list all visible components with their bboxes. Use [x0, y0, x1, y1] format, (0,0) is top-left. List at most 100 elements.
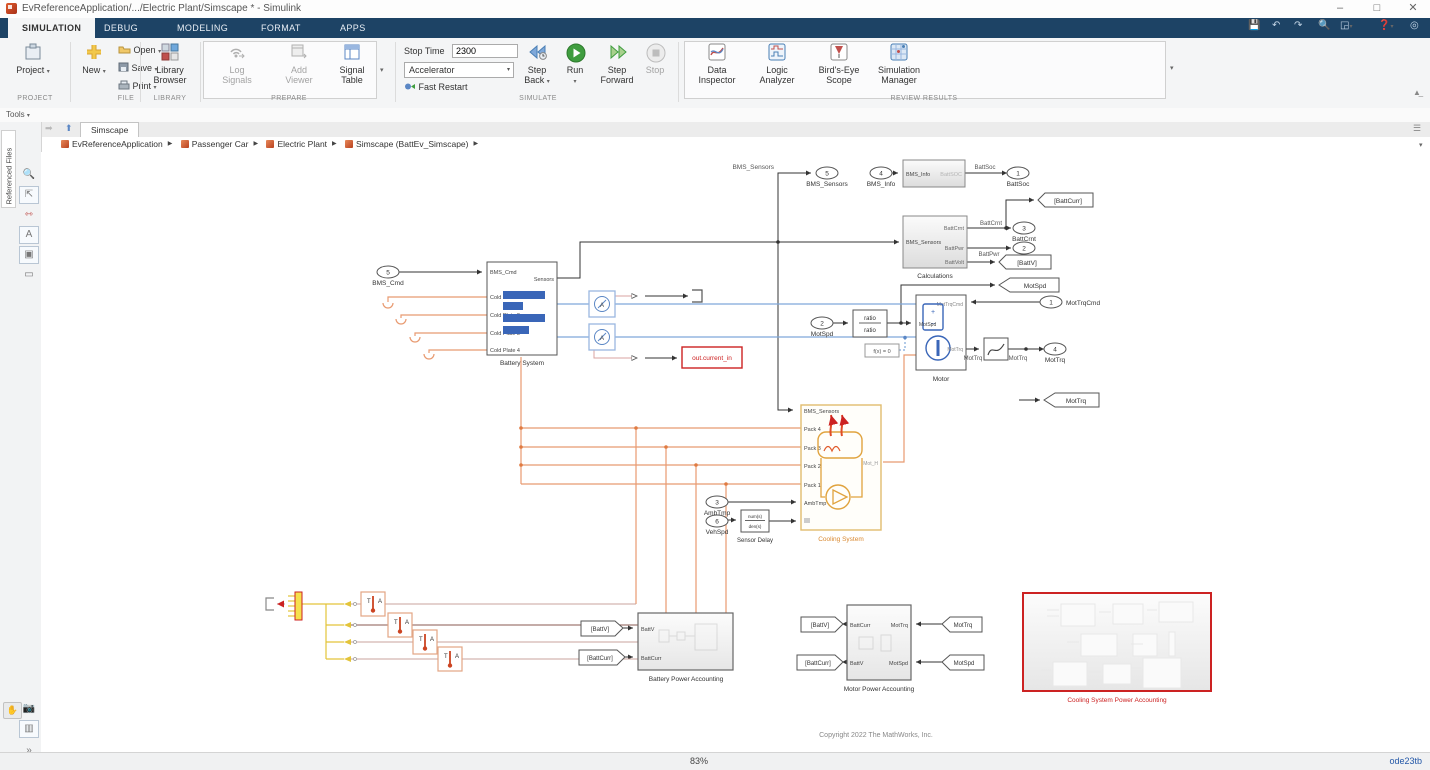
simulation-mode-select[interactable]: Accelerator▾	[404, 62, 514, 78]
breadcrumb-caret[interactable]: ▾	[1419, 141, 1423, 149]
bus-selector[interactable]	[295, 592, 302, 620]
terminator-block[interactable]	[692, 290, 702, 302]
zoom-in-icon[interactable]: 🔍	[19, 166, 39, 184]
minimize-button[interactable]: –	[1325, 1, 1355, 17]
tools-menu[interactable]: Tools ▾	[6, 110, 30, 119]
area-box-icon[interactable]: ▭	[19, 266, 39, 284]
logic-analyzer-button[interactable]: Logic Analyzer	[750, 42, 804, 85]
review-gallery-caret[interactable]: ▾	[1170, 64, 1174, 72]
library-browser-button[interactable]: Library Browser	[143, 42, 197, 85]
battery-power-accounting-block[interactable]: BattV BattCurr Battery Power Accounting	[638, 613, 733, 683]
breadcrumb-separator: ▶	[473, 137, 478, 152]
inport-bms-info[interactable]: 4 BMS_Info	[867, 167, 896, 188]
temp-sensor-block[interactable]: TA	[361, 592, 385, 616]
nav-forward-icon[interactable]: ➡	[45, 123, 53, 134]
goto-mottrq-tag[interactable]: MotTrq	[1044, 393, 1099, 407]
project-button[interactable]: Project ▾	[6, 42, 60, 77]
signal-table-button[interactable]: Signal Table	[330, 42, 374, 85]
outport-mottrq[interactable]: 4 MotTrq	[1044, 343, 1066, 364]
svg-text:BattSOC: BattSOC	[940, 172, 962, 178]
search-icon[interactable]: 🔍	[1318, 20, 1330, 31]
annotation-icon[interactable]: A	[19, 226, 39, 244]
step-forward-button[interactable]: Step Forward	[596, 42, 638, 85]
outport-battsoc[interactable]: 1 BattSoc	[1007, 167, 1031, 188]
tab-list-icon[interactable]: ☰	[1413, 123, 1421, 134]
fast-restart-toggle[interactable]: Fast Restart	[404, 82, 468, 92]
account-icon[interactable]: ◎	[1410, 20, 1419, 31]
solver-configuration-block[interactable]: f(x) = 0	[865, 344, 899, 357]
goto-motspd-tag[interactable]: MotSpd	[999, 278, 1059, 292]
outport-battcrnt[interactable]: 3 BattCrnt	[1012, 222, 1036, 243]
from-battv-tag2[interactable]: [BattV]	[801, 617, 843, 632]
fit-to-view-icon[interactable]: ⇱	[19, 186, 39, 204]
temp-sensor-block[interactable]: TA	[413, 630, 437, 654]
ratio-conversion-block[interactable]: ratio ratio	[853, 310, 887, 337]
stop-button[interactable]: Stop	[638, 42, 672, 75]
pan-hand-icon[interactable]: ✋	[3, 702, 22, 719]
breadcrumb-item-2[interactable]: Passenger Car	[175, 137, 249, 152]
simulation-manager-button[interactable]: Simulation Manager	[872, 42, 926, 85]
solver-indicator[interactable]: ode23tb	[1389, 756, 1422, 766]
sensor-delay-block[interactable]: num(s) den(s) Sensor Delay	[737, 510, 773, 544]
doc-tab-simscape[interactable]: Simscape	[80, 122, 139, 138]
from-battv-tag[interactable]: [BattV]	[581, 621, 623, 636]
run-button[interactable]: Run▾	[558, 42, 592, 87]
image-icon[interactable]: ▣	[19, 246, 39, 264]
log-signals-button[interactable]: Log Signals	[210, 42, 264, 85]
step-back-button[interactable]: Step Back ▾	[518, 42, 556, 87]
cooling-power-accounting-block[interactable]: Cooling System Power Accounting	[1023, 593, 1211, 704]
undo-icon[interactable]: ↶	[1272, 20, 1280, 31]
nav-up-icon[interactable]: ⬆	[65, 123, 73, 134]
close-button[interactable]: ✕	[1398, 1, 1428, 17]
cooling-system-block[interactable]: BMS_Sensors Pack 4 Pack 3 Pack 2 Pack 1 …	[801, 405, 881, 543]
signal-lines-icon[interactable]: ⇿	[19, 206, 39, 224]
goto-battcurr-tag[interactable]: [BattCurr]	[1038, 193, 1093, 207]
new-button[interactable]: New ▾	[76, 42, 112, 77]
current-sensor-2[interactable]: A	[589, 324, 615, 350]
inport-vehspd[interactable]: 6 VehSpd	[706, 515, 729, 536]
thumbnail-icon[interactable]: ▥	[19, 720, 39, 738]
goto-battv-tag[interactable]: [BattV]	[999, 255, 1051, 269]
from-battcurr-tag[interactable]: [BattCurr]	[579, 650, 625, 665]
breadcrumb-item-1[interactable]: EvReferenceApplication	[55, 137, 163, 152]
referenced-files-tab[interactable]: Referenced Files	[1, 130, 16, 208]
current-sensor-1[interactable]: A	[589, 291, 615, 317]
breadcrumb-item-4[interactable]: Simscape (BattEv_Simscape)	[339, 137, 468, 152]
breadcrumb-item-3[interactable]: Electric Plant	[260, 137, 327, 152]
tab-apps[interactable]: APPS	[326, 18, 380, 38]
from-motspd-tag[interactable]: MotSpd	[942, 655, 984, 670]
model-canvas[interactable]: A A	[41, 152, 1430, 752]
camera-icon[interactable]: 📷	[19, 700, 39, 718]
battery-system-block[interactable]: BMS_Cmd Sensors Cold Plate 1 Cold Plate …	[487, 262, 557, 367]
soc-estimator-block[interactable]: BMS_Info BattSOC	[903, 160, 965, 187]
stop-time-input[interactable]	[452, 44, 518, 58]
tab-format[interactable]: FORMAT	[247, 18, 315, 38]
temp-sensor-block[interactable]: TA	[388, 613, 412, 637]
motor-power-accounting-block[interactable]: BattCurr BattV MotTrq MotSpd Motor Power…	[844, 605, 915, 693]
motor-block[interactable]: MotTrqCmd + − MotSpd MotTrq Motor	[916, 295, 966, 383]
help-icon[interactable]: ❓▾	[1378, 20, 1393, 31]
temp-sensor-block[interactable]: TA	[438, 647, 462, 671]
maximize-button[interactable]: □	[1362, 1, 1392, 17]
birds-eye-scope-button[interactable]: Bird's-Eye Scope	[810, 42, 868, 85]
inport-motspd[interactable]: 2 MotSpd	[811, 317, 834, 338]
inport-mottrqcmd[interactable]: 1 MotTrqCmd	[1040, 296, 1100, 308]
filter-block[interactable]	[984, 338, 1008, 360]
add-viewer-button[interactable]: Add Viewer	[272, 42, 326, 85]
bms-calculations-block[interactable]: BMS_Sensors BattCrnt BattPwr BattVolt Ca…	[903, 216, 967, 280]
prepare-gallery-caret[interactable]: ▾	[380, 66, 384, 74]
from-mottrq-tag[interactable]: MotTrq	[942, 617, 982, 632]
from-battcurr-tag2[interactable]: [BattCurr]	[797, 655, 843, 670]
bus-terminator[interactable]	[266, 598, 274, 610]
out-current-block[interactable]: out.current_in	[682, 347, 742, 368]
quick-save-icon[interactable]: 💾	[1248, 20, 1260, 31]
tab-modeling[interactable]: MODELING	[163, 18, 242, 38]
capture-icon[interactable]: ◲▾	[1340, 20, 1352, 31]
redo-icon[interactable]: ↷	[1294, 20, 1302, 31]
tab-debug[interactable]: DEBUG	[90, 18, 152, 38]
collapse-ribbon-icon[interactable]: ▲̲	[1413, 88, 1421, 97]
data-inspector-button[interactable]: Data Inspector	[690, 42, 744, 85]
inport-bms-cmd[interactable]: 5 BMS_Cmd	[372, 266, 404, 287]
tab-simulation[interactable]: SIMULATION	[8, 18, 95, 38]
outport-bms-sensors[interactable]: 5 BMS_Sensors	[806, 167, 848, 188]
